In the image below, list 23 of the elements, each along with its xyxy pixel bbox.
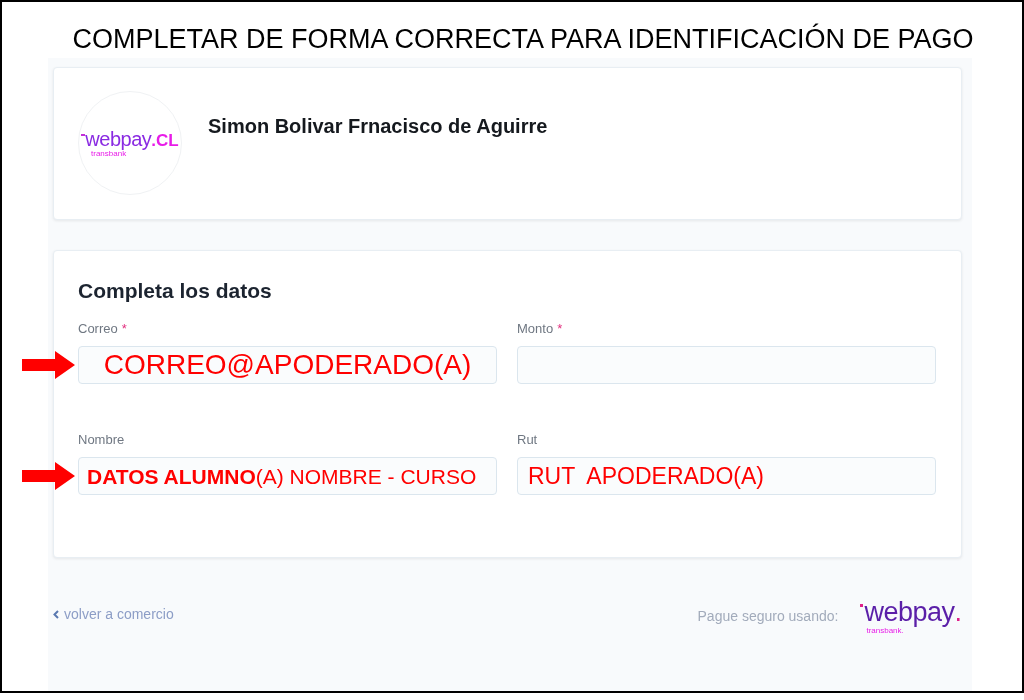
- back-link[interactable]: volver a comercio: [53, 607, 174, 621]
- required-mark: *: [121, 321, 127, 335]
- logo-tagline: transbank: [91, 149, 127, 158]
- logo-wordmark: webpay: [85, 128, 152, 149]
- logo-wordmark: webpay: [864, 599, 955, 626]
- input-field[interactable]: [517, 346, 936, 384]
- logo-tagline: transbank.: [866, 627, 904, 635]
- annotation-title: COMPLETAR DE FORMA CORRECTA PARA IDENTIFICACIÓN DE PAGO: [72, 25, 974, 53]
- logo-suffix: .: [954, 599, 962, 626]
- logo-tick-icon: [81, 133, 86, 136]
- field-label: Rut: [517, 432, 538, 446]
- merchant-name: Simon Bolivar Frnacisco de Aguirre: [208, 116, 548, 136]
- chevron-left-icon: [53, 609, 59, 619]
- field-label: Correo: [78, 321, 118, 335]
- input-field[interactable]: RUT APODERADO(A): [517, 457, 936, 495]
- field-label: Nombre: [78, 432, 125, 446]
- input-field[interactable]: CORREO@APODERADO(A): [78, 346, 497, 384]
- secure-payment-text: Pague seguro usando:: [697, 608, 839, 623]
- logo-suffix: .CL: [151, 131, 179, 149]
- input-field[interactable]: DATOS ALUMNO(A) NOMBRE - CURSO: [78, 457, 497, 495]
- required-mark: *: [557, 321, 563, 335]
- field-label: Monto: [517, 321, 554, 335]
- form-title: Completa los datos: [78, 280, 272, 301]
